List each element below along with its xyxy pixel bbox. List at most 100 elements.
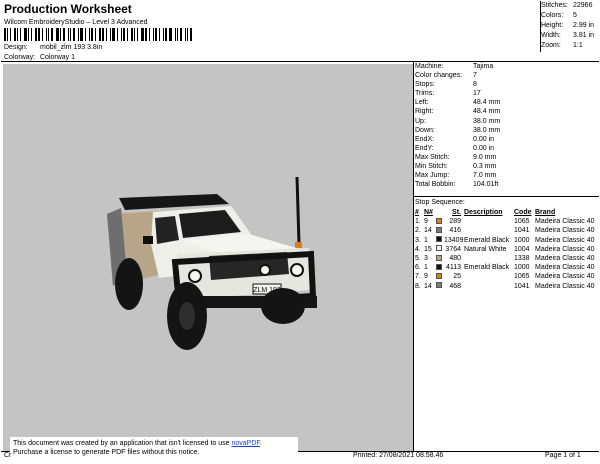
- row-index: 7.: [415, 273, 421, 281]
- col-header-needle: N#: [424, 209, 433, 217]
- thread-color-swatch: [436, 254, 442, 261]
- barcode-bar: [24, 28, 27, 41]
- machine-value: 48.4 mm: [473, 99, 501, 107]
- barcode-bar: [155, 28, 157, 41]
- thread-code: 1000: [514, 236, 530, 244]
- barcode-bar: [106, 28, 107, 41]
- headlight-right: [290, 263, 304, 277]
- machine-key: Min Stitch:: [415, 163, 448, 171]
- machine-row: Max Stitch: 9.0 mm: [415, 154, 598, 163]
- thread-code: 1000: [514, 264, 530, 272]
- design-value: mobil_zlm 193 3.8in: [40, 44, 103, 51]
- color-swatch: [436, 236, 444, 244]
- summary-key: Stitches:: [541, 2, 568, 9]
- thread-brand: Madeira Classic 40: [535, 255, 595, 263]
- color-swatch: [436, 263, 444, 272]
- thread-color-swatch: [436, 263, 442, 270]
- thread-color-swatch: [436, 236, 442, 243]
- machine-value: 38.0 mm: [473, 126, 501, 134]
- needle-number: 9: [424, 273, 428, 281]
- side-window: [155, 216, 179, 244]
- summary-value: 3.81 in: [573, 32, 595, 39]
- machine-key: Color changes:: [415, 72, 463, 80]
- machine-value: 9.0 mm: [473, 153, 497, 161]
- stitch-count: 289: [449, 218, 461, 226]
- thread-color-swatch: [436, 217, 442, 224]
- machine-key: Stops:: [415, 81, 435, 89]
- thread-description: Emerald Black: [464, 264, 510, 272]
- needle-number: 15: [424, 245, 432, 253]
- machine-row: Max Jump: 7.0 mm: [415, 172, 598, 181]
- stop-sequence-table: # N# St. Description Code Brand 1. 9 289 10…: [415, 208, 599, 291]
- stitch-count: 468: [449, 282, 461, 290]
- machine-value: 104.01ft: [473, 181, 499, 189]
- thread-brand: Madeira Classic 40: [535, 264, 595, 272]
- machine-key: Total Bobbin:: [415, 181, 456, 189]
- machine-key: Down:: [415, 126, 435, 134]
- color-swatch: [436, 217, 444, 226]
- design-preview: ZLM 193: [3, 64, 413, 451]
- barcode-bar: [121, 28, 122, 41]
- thread-code: 1041: [514, 227, 530, 235]
- thread-code: 1041: [514, 282, 530, 290]
- stitch-count: 4113: [445, 264, 461, 272]
- stop-sequence-title: Stop Sequence:: [415, 199, 465, 206]
- software-name: Wilcom EmbroideryStudio – Level 3 Advanc…: [4, 19, 148, 26]
- barcode-bar: [137, 28, 138, 41]
- color-swatch: [436, 226, 444, 235]
- divider: [1, 61, 599, 62]
- barcode-bar: [78, 28, 79, 41]
- barcode-bar: [68, 28, 69, 41]
- thread-brand: Madeira Classic 40: [535, 236, 595, 244]
- barcode-bar: [91, 28, 93, 41]
- page-title: Production Worksheet: [4, 2, 132, 16]
- headlight-left: [188, 269, 202, 283]
- barcode-bar: [17, 28, 18, 41]
- barcode: [4, 28, 195, 41]
- summary-value: 5: [573, 12, 577, 19]
- row-index: 3.: [415, 236, 421, 244]
- table-row: 6. 1 4113 Emerald Black 1000 Madeira Classic …: [415, 263, 599, 272]
- colorway-line: Colorway: Colorway 1: [4, 54, 75, 61]
- thread-color-swatch: [436, 272, 442, 279]
- color-swatch: [436, 272, 444, 281]
- row-index: 1.: [415, 218, 421, 226]
- notice-line-1: This document was created by an applicat…: [13, 440, 295, 449]
- barcode-bar: [165, 28, 167, 41]
- novapdf-link[interactable]: novaPDF: [231, 440, 259, 447]
- machine-row: Left: 48.4 mm: [415, 99, 598, 108]
- license-notice: This document was created by an applicat…: [10, 437, 298, 461]
- barcode-bar: [51, 28, 53, 41]
- table-row: 4. 15 3764 Natural White 1004 Madeira Classic…: [415, 245, 599, 254]
- machine-row: Machine: Tajima: [415, 63, 598, 72]
- machine-value: 48.4 mm: [473, 108, 501, 116]
- summary-value: 22966: [573, 2, 593, 9]
- barcode-bar: [110, 28, 111, 41]
- barcode-bar: [180, 28, 182, 41]
- barcode-bar: [169, 28, 172, 41]
- antenna: [295, 176, 301, 245]
- barcode-bar: [190, 28, 192, 41]
- table-row: 1. 9 289 1065 Madeira Classic 40: [415, 217, 599, 226]
- machine-info: Machine: Tajima Color changes: 7 Stops: 8 T…: [415, 63, 598, 190]
- thread-brand: Madeira Classic 40: [535, 273, 595, 281]
- hub: [179, 302, 195, 330]
- machine-key: Right:: [415, 108, 434, 116]
- needle-number: 1: [424, 264, 428, 272]
- machine-row: Down: 38.0 mm: [415, 127, 598, 136]
- summary-value: 2.99 in: [573, 22, 595, 29]
- barcode-bar: [7, 28, 8, 41]
- needle-number: 9: [424, 218, 428, 226]
- row-index: 6.: [415, 264, 421, 272]
- color-swatch: [436, 282, 444, 290]
- barcode-bar: [112, 28, 115, 41]
- machine-row: Up: 38.0 mm: [415, 118, 598, 127]
- barcode-bar: [141, 28, 144, 41]
- machine-key: Trims:: [415, 90, 435, 98]
- thread-brand: Madeira Classic 40: [535, 218, 595, 226]
- col-header-index: #: [415, 209, 419, 217]
- barcode-bar: [102, 28, 104, 41]
- vehicle-embroidery: ZLM 193: [107, 176, 317, 350]
- barcode-bar: [35, 28, 37, 41]
- divider: [540, 1, 541, 52]
